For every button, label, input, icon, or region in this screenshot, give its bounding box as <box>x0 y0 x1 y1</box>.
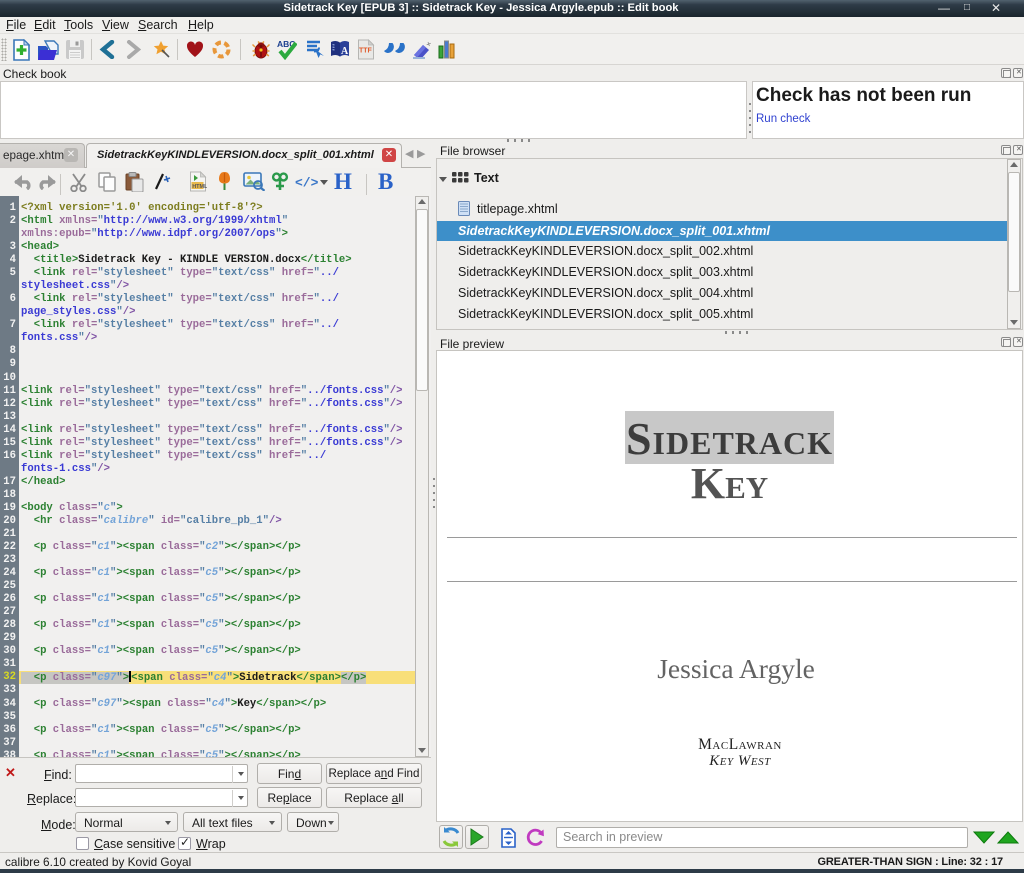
svg-text:TTF: TTF <box>359 48 373 55</box>
svg-text:</>: </> <box>295 176 319 190</box>
svg-text:HTML: HTML <box>192 184 207 190</box>
svg-text:A: A <box>341 46 349 57</box>
